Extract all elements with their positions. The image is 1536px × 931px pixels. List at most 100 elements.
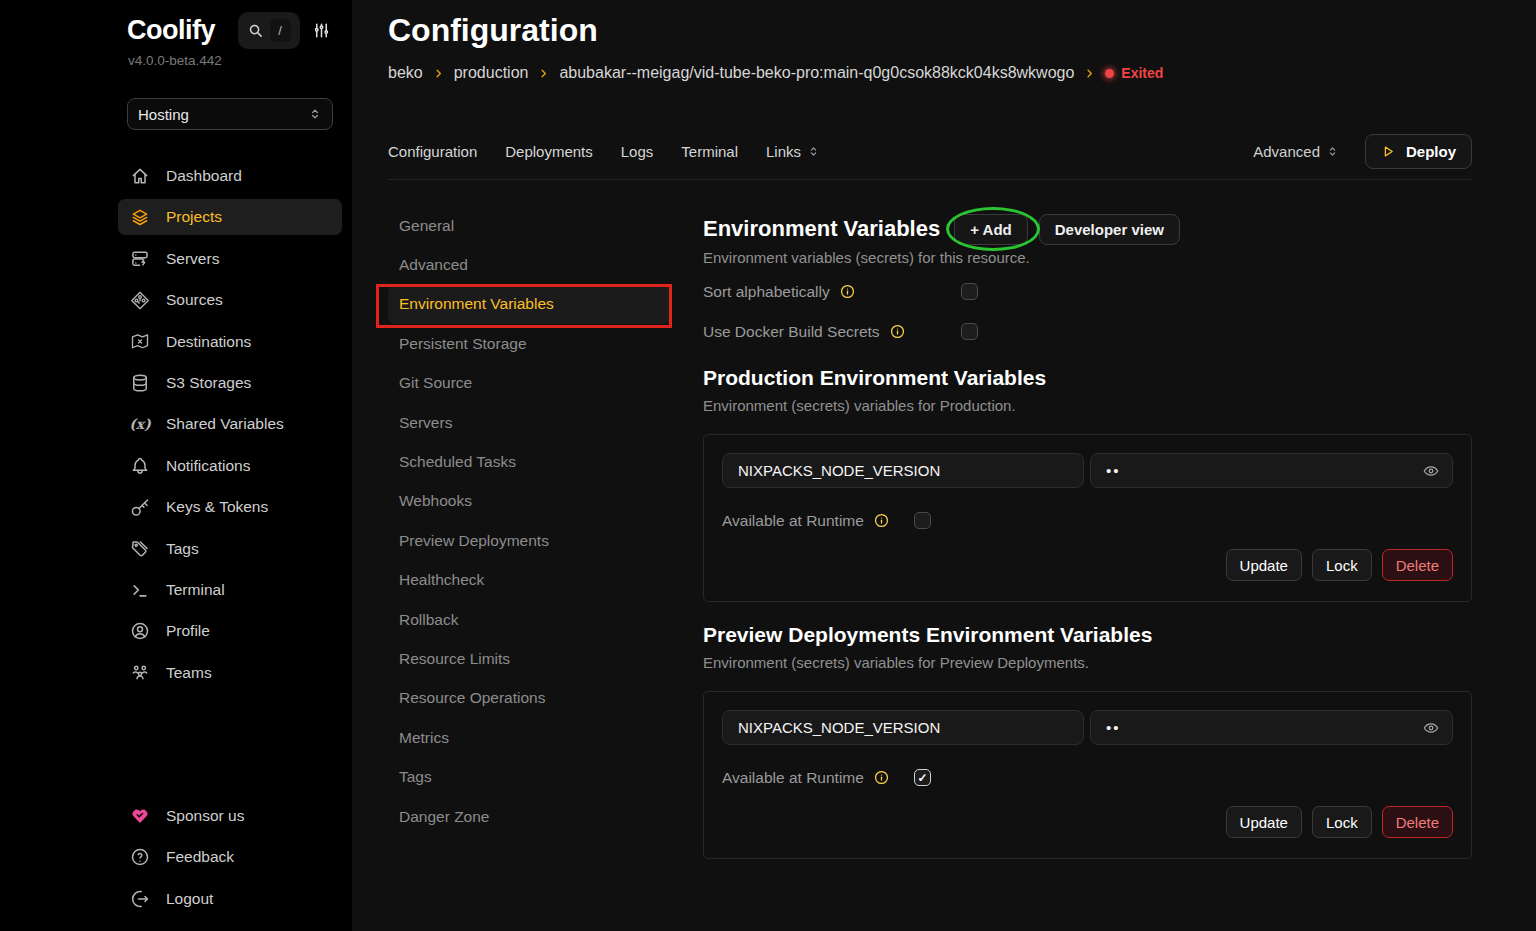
users-icon (130, 663, 150, 683)
sidebar-item-teams[interactable]: Teams (118, 655, 342, 691)
terminal-icon (130, 580, 150, 600)
sidebar-item-tags[interactable]: Tags (118, 531, 342, 567)
heart-icon (130, 806, 150, 826)
production-env-var-card: NIXPACKS_NODE_VERSION •• Available at Ru… (703, 434, 1472, 602)
play-icon (1381, 144, 1396, 159)
home-icon (130, 166, 150, 186)
developer-view-button[interactable]: Developer view (1039, 214, 1180, 245)
sidebar-item-label: Destinations (166, 333, 251, 351)
sidebar-footer: Sponsor us Feedback Logout (118, 798, 342, 922)
git-icon (130, 290, 150, 310)
server-icon (130, 249, 150, 269)
app-logo: Coolify (127, 15, 215, 46)
sidebar-item-servers[interactable]: Servers (118, 241, 342, 277)
available-at-runtime-row: Available at Runtime (722, 769, 1453, 786)
delete-button[interactable]: Delete (1382, 549, 1453, 581)
sidebar-item-s3-storages[interactable]: S3 Storages (118, 365, 342, 401)
subnav-general[interactable]: General (388, 206, 671, 245)
eye-icon[interactable] (1422, 719, 1440, 737)
tab-configuration[interactable]: Configuration (388, 143, 477, 160)
available-at-runtime-checkbox[interactable] (914, 769, 931, 786)
subnav-preview-deployments[interactable]: Preview Deployments (388, 521, 671, 560)
subnav-git-source[interactable]: Git Source (388, 364, 671, 403)
logout-icon (130, 889, 150, 909)
subnav-environment-variables[interactable]: Environment Variables (388, 285, 671, 324)
info-icon (890, 324, 905, 339)
advanced-label: Advanced (1253, 143, 1320, 160)
map-icon (130, 332, 150, 352)
sidebar-item-label: Shared Variables (166, 415, 284, 433)
subnav-danger-zone[interactable]: Danger Zone (388, 797, 671, 836)
subnav-scheduled-tasks[interactable]: Scheduled Tasks (388, 442, 671, 481)
sidebar-item-keys-tokens[interactable]: Keys & Tokens (118, 489, 342, 525)
breadcrumb-team[interactable]: beko (388, 64, 423, 82)
sidebar-item-feedback[interactable]: Feedback (118, 839, 342, 875)
sidebar: Coolify / v4.0.0-beta.442 Hosting Dashbo… (0, 0, 352, 931)
chevron-right-icon (538, 68, 549, 79)
info-icon (874, 770, 889, 785)
tab-deployments[interactable]: Deployments (505, 143, 593, 160)
deploy-button[interactable]: Deploy (1365, 134, 1472, 169)
env-var-value-input[interactable]: •• (1090, 710, 1453, 745)
env-var-value-masked: •• (1106, 462, 1121, 479)
tab-terminal[interactable]: Terminal (681, 143, 738, 160)
sidebar-item-shared-variables[interactable]: (x) Shared Variables (118, 406, 342, 442)
subnav-webhooks[interactable]: Webhooks (388, 482, 671, 521)
team-select[interactable]: Hosting (127, 98, 333, 130)
app-version: v4.0.0-beta.442 (128, 53, 352, 68)
breadcrumb-resource[interactable]: abubakar--meigag/vid-tube-beko-pro:main-… (559, 64, 1074, 82)
sidebar-item-profile[interactable]: Profile (118, 613, 342, 649)
preview-env-var-card: NIXPACKS_NODE_VERSION •• Available at Ru… (703, 691, 1472, 859)
chevron-right-icon (433, 68, 444, 79)
subnav-resource-limits[interactable]: Resource Limits (388, 639, 671, 678)
available-at-runtime-label: Available at Runtime (722, 769, 864, 787)
subnav-healthcheck[interactable]: Healthcheck (388, 561, 671, 600)
lock-button[interactable]: Lock (1312, 549, 1372, 581)
status-dot-icon (1105, 69, 1114, 78)
subnav-resource-operations[interactable]: Resource Operations (388, 679, 671, 718)
docker-build-secrets-checkbox[interactable] (961, 323, 978, 340)
sidebar-item-sponsor[interactable]: Sponsor us (118, 798, 342, 834)
resource-tabs: Configuration Deployments Logs Terminal … (388, 134, 1472, 169)
subnav-advanced[interactable]: Advanced (388, 245, 671, 284)
sidebar-item-label: Teams (166, 664, 212, 682)
eye-icon[interactable] (1422, 462, 1440, 480)
advanced-menu[interactable]: Advanced (1253, 143, 1339, 160)
tab-links[interactable]: Links (766, 143, 820, 160)
subnav-rollback[interactable]: Rollback (388, 600, 671, 639)
filters-icon[interactable] (312, 21, 331, 40)
sidebar-item-label: Sources (166, 291, 223, 309)
search-button[interactable]: / (238, 12, 300, 49)
update-button[interactable]: Update (1226, 806, 1302, 838)
sidebar-item-terminal[interactable]: Terminal (118, 572, 342, 608)
delete-button[interactable]: Delete (1382, 806, 1453, 838)
sidebar-item-notifications[interactable]: Notifications (118, 448, 342, 484)
subnav-metrics[interactable]: Metrics (388, 718, 671, 757)
sidebar-item-label: Terminal (166, 581, 225, 599)
chevron-updown-icon (308, 107, 322, 121)
sort-alphabetically-checkbox[interactable] (961, 283, 978, 300)
chevron-updown-icon (807, 145, 820, 158)
sidebar-item-logout[interactable]: Logout (118, 881, 342, 917)
subnav-persistent-storage[interactable]: Persistent Storage (388, 324, 671, 363)
update-button[interactable]: Update (1226, 549, 1302, 581)
status-badge: Exited (1105, 65, 1163, 81)
user-circle-icon (130, 621, 150, 641)
subnav-servers[interactable]: Servers (388, 403, 671, 442)
status-text: Exited (1121, 65, 1163, 81)
sidebar-item-sources[interactable]: Sources (118, 282, 342, 318)
env-var-value-input[interactable]: •• (1090, 453, 1453, 488)
subnav-tags[interactable]: Tags (388, 757, 671, 796)
env-var-name-input[interactable]: NIXPACKS_NODE_VERSION (722, 710, 1084, 745)
add-env-button[interactable]: + Add (954, 214, 1028, 245)
lock-button[interactable]: Lock (1312, 806, 1372, 838)
available-at-runtime-checkbox[interactable] (914, 512, 931, 529)
tab-logs[interactable]: Logs (621, 143, 654, 160)
env-var-name-input[interactable]: NIXPACKS_NODE_VERSION (722, 453, 1084, 488)
key-icon (130, 497, 150, 517)
breadcrumb-project[interactable]: production (454, 64, 529, 82)
sidebar-item-destinations[interactable]: Destinations (118, 324, 342, 360)
sidebar-item-projects[interactable]: Projects (118, 199, 342, 235)
docker-build-secrets-label: Use Docker Build Secrets (703, 323, 880, 341)
sidebar-item-dashboard[interactable]: Dashboard (118, 158, 342, 194)
